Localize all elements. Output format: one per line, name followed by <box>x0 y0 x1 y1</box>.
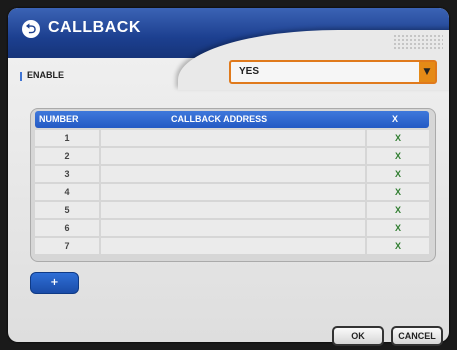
ok-button[interactable]: OK <box>332 326 384 346</box>
delete-row-button[interactable]: X <box>367 184 429 200</box>
delete-row-button[interactable]: X <box>367 130 429 146</box>
enable-select-value: YES <box>239 66 260 77</box>
dialog-title: CALLBACK <box>48 19 141 36</box>
row-number: 5 <box>35 202 99 218</box>
delete-row-button[interactable]: X <box>367 202 429 218</box>
delete-row-button[interactable]: X <box>367 238 429 254</box>
enable-label: ENABLE <box>27 70 65 80</box>
dropdown-arrow-icon[interactable]: ▼ <box>419 62 435 82</box>
row-number: 4 <box>35 184 99 200</box>
row-number: 2 <box>35 148 99 164</box>
callback-address-cell[interactable] <box>101 166 365 182</box>
table-row: 5 X <box>35 202 429 219</box>
row-number: 6 <box>35 220 99 236</box>
callback-address-cell[interactable] <box>101 184 365 200</box>
delete-row-button[interactable]: X <box>367 148 429 164</box>
delete-row-button[interactable]: X <box>367 220 429 236</box>
table-row: 3 X <box>35 166 429 183</box>
dotted-pattern <box>393 34 443 50</box>
circle-arrow-icon: ⮌ <box>22 20 40 38</box>
delete-row-button[interactable]: X <box>367 166 429 182</box>
table-row: 1 X <box>35 130 429 147</box>
callback-address-cell[interactable] <box>101 148 365 164</box>
row-number: 3 <box>35 166 99 182</box>
row-number: 7 <box>35 238 99 254</box>
callback-address-cell[interactable] <box>101 202 365 218</box>
table-row: 4 X <box>35 184 429 201</box>
table-header: NUMBER CALLBACK ADDRESS X <box>35 111 429 128</box>
enable-select[interactable]: YES ▼ <box>229 60 437 84</box>
header-callback-address: CALLBACK ADDRESS <box>171 114 268 124</box>
header-delete: X <box>392 114 399 124</box>
header-number: NUMBER <box>39 114 79 124</box>
table-row: 7 X <box>35 238 429 255</box>
callback-table: NUMBER CALLBACK ADDRESS X 1 X 2 X 3 X 4 … <box>30 108 436 262</box>
table-row: 6 X <box>35 220 429 237</box>
callback-address-cell[interactable] <box>101 220 365 236</box>
enable-marker <box>20 72 22 81</box>
table-row: 2 X <box>35 148 429 165</box>
row-number: 1 <box>35 130 99 146</box>
add-callback-button[interactable]: + <box>30 272 79 294</box>
cancel-button[interactable]: CANCEL <box>391 326 443 346</box>
callback-address-cell[interactable] <box>101 238 365 254</box>
callback-address-cell[interactable] <box>101 130 365 146</box>
